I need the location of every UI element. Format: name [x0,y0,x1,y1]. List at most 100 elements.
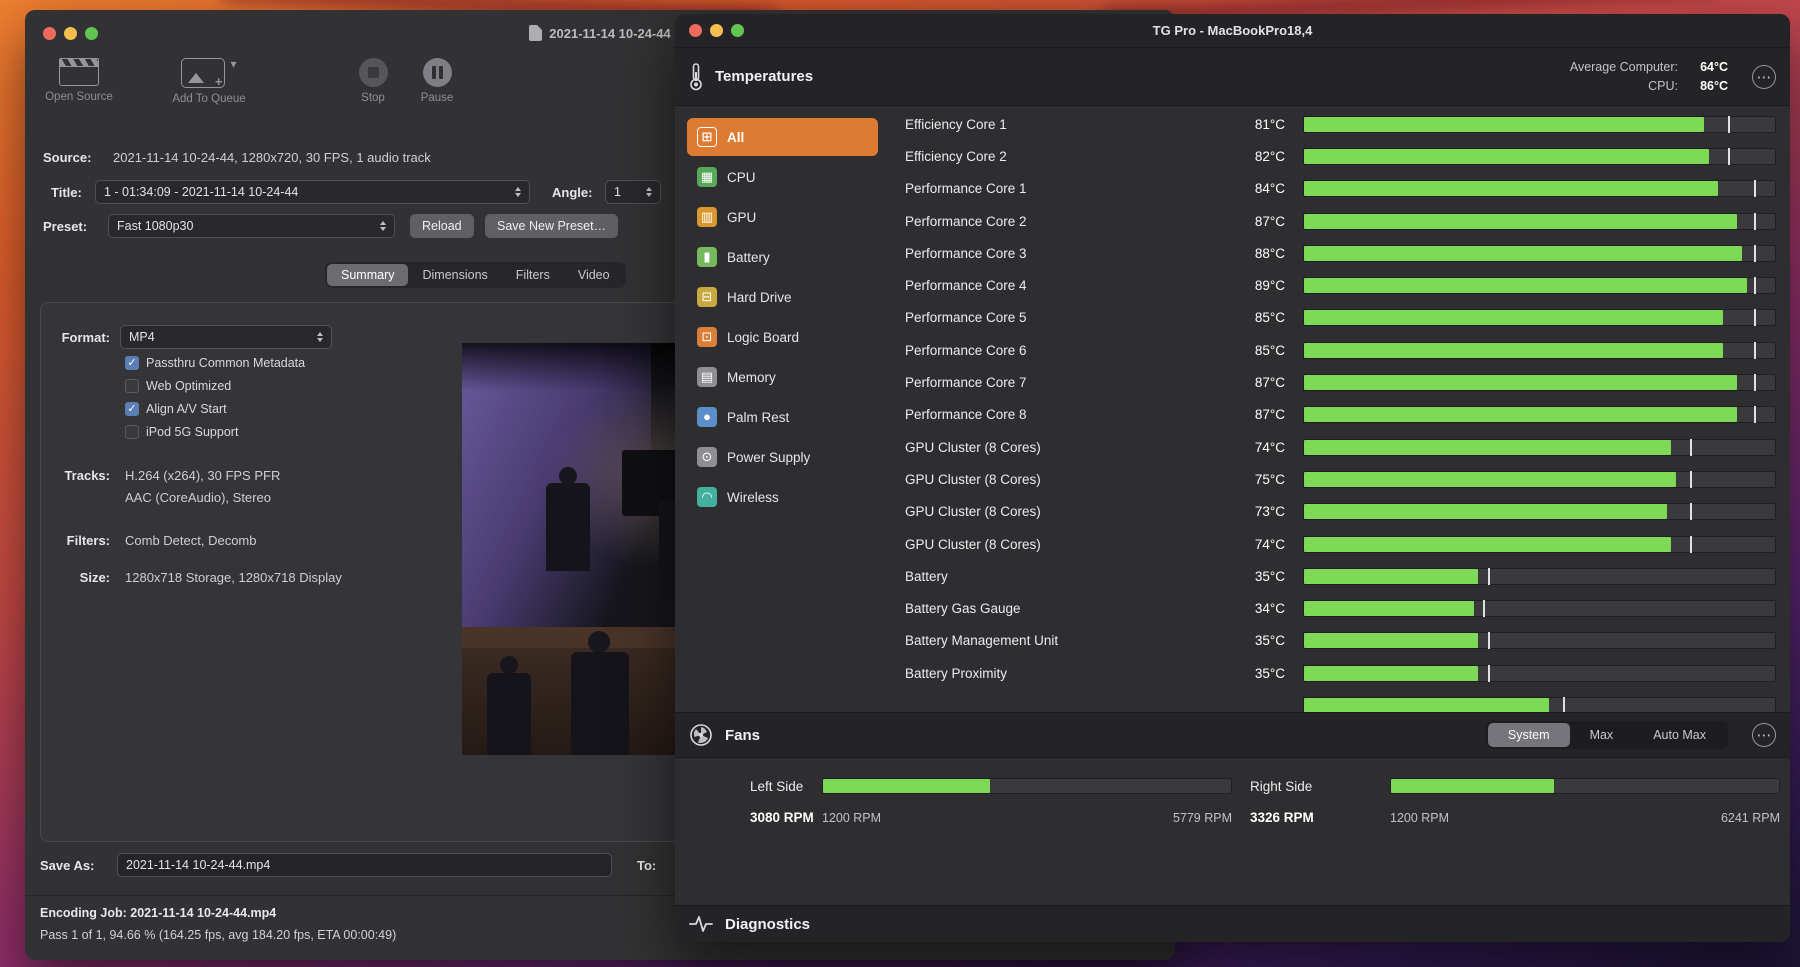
sidebar-item-wireless[interactable]: ◠ Wireless [687,478,878,516]
temp-bar-fill [1304,148,1710,164]
sidebar-item-palm-rest[interactable]: ● Palm Rest [687,398,878,436]
temp-bar [1303,180,1776,198]
sidebar-item-battery[interactable]: ▮ Battery [687,238,878,276]
temp-row: Battery Gas Gauge 34°C [905,592,1782,624]
diagnostics-header[interactable]: Diagnostics [675,905,1790,942]
sidebar-label: Wireless [727,489,779,505]
reload-button[interactable]: Reload [410,214,474,238]
fans-more-button[interactable]: ⋯ [1752,723,1776,747]
tab-video[interactable]: Video [564,264,624,286]
align-av-start-checkbox[interactable]: Align A/V Start [125,402,227,416]
temperatures-body: ⊞ All ▦ CPU ▥ GPU ▮ Battery ⊟ Hard Drive ⊡ Log… [675,106,1790,712]
sidebar-item-power-supply[interactable]: ⊙ Power Supply [687,438,878,476]
desktop: 2021-11-14 10-24-44 Open Source ▾ Add To… [0,0,1800,967]
temp-bar-fill [1304,665,1479,681]
sidebar-item-all[interactable]: ⊞ All [687,118,878,156]
temp-max-tick [1487,567,1490,585]
add-to-queue-icon [181,58,226,89]
sensor-label: Performance Core 4 [905,278,1027,294]
temp-bar [1303,632,1776,650]
tab-filters[interactable]: Filters [502,264,564,286]
fan-mode-system[interactable]: System [1487,723,1570,747]
sidebar-item-gpu[interactable]: ▥ GPU [687,198,878,236]
left-fan-max: 5779 RPM [1172,811,1232,825]
temp-max-tick [1753,277,1756,295]
web-optimized-checkbox[interactable]: Web Optimized [125,379,231,393]
temp-row: Battery Management Unit 35°C [905,625,1782,657]
pause-button[interactable]: Pause [409,58,465,104]
sensor-value: 75°C [1254,471,1285,487]
save-as-input[interactable] [117,853,612,877]
temp-max-tick [1753,309,1756,327]
temp-bar [1303,503,1776,521]
temp-bar-fill [1304,310,1724,326]
close-button[interactable] [689,24,702,37]
temperatures-more-button[interactable]: ⋯ [1752,64,1776,89]
sidebar-item-cpu[interactable]: ▦ CPU [687,158,878,196]
temp-max-tick [1487,632,1490,650]
left-fan-bar [822,778,1232,794]
tab-summary[interactable]: Summary [327,264,409,286]
angle-popup[interactable]: 1 [605,180,661,204]
temp-bar [1303,277,1776,295]
wifi-icon: ◠ [697,487,717,507]
temp-row: Battery 35°C [905,560,1782,592]
temp-bar-fill [1304,568,1479,584]
tracks-line1: H.264 (x264), 30 FPS PFR [125,468,281,483]
temp-bar-fill [1304,633,1479,649]
size-value: 1280x718 Storage, 1280x718 Display [125,570,342,585]
window-controls [689,24,744,37]
temp-row: Performance Core 7 87°C [905,366,1782,398]
sensor-label: Efficiency Core 2 [905,148,1007,164]
temperatures-header: Temperatures Average Computer: 64°C CPU: 8… [675,48,1790,106]
sensor-value: 85°C [1254,310,1285,326]
temp-bar [1303,438,1776,456]
open-source-button[interactable]: Open Source [33,58,125,103]
sensor-value: 89°C [1254,278,1285,294]
sidebar-item-memory[interactable]: ▤ Memory [687,358,878,396]
chevron-down-icon[interactable]: ▾ [230,58,236,70]
pause-icon [422,58,452,87]
add-to-queue-button[interactable]: ▾ Add To Queue [153,58,265,105]
fan-mode-auto-max[interactable]: Auto Max [1633,723,1726,747]
fan-mode-max[interactable]: Max [1570,723,1634,747]
temp-row: Efficiency Core 2 82°C [905,140,1782,172]
right-fan-fill [1391,779,1554,793]
passthru-metadata-checkbox[interactable]: Passthru Common Metadata [125,356,305,370]
sidebar-item-logic-board[interactable]: ⊡ Logic Board [687,318,878,356]
format-popup[interactable]: MP4 [120,325,332,349]
right-fan-min: 1200 RPM [1390,811,1450,825]
temp-bar [1303,600,1776,618]
fans-body: Left Side 3080 RPM 1200 RPM 5779 RPM Rig… [675,758,1790,905]
title-popup[interactable]: 1 - 01:34:09 - 2021-11-14 10-24-44 [95,180,530,204]
temp-bar-fill [1304,601,1474,617]
tab-dimensions[interactable]: Dimensions [408,264,501,286]
temp-bar-fill [1304,181,1719,197]
stop-button[interactable]: Stop [345,58,401,104]
temp-bar-fill [1304,213,1738,229]
minimize-button[interactable] [710,24,723,37]
angle-popup-value: 1 [614,185,621,199]
angle-label: Angle: [552,185,593,200]
logic-board-icon: ⊡ [697,327,717,347]
zoom-button[interactable] [731,24,744,37]
temp-bar [1303,567,1776,585]
ipod-5g-checkbox[interactable]: iPod 5G Support [125,425,238,439]
hard-drive-icon: ⊟ [697,287,717,307]
temp-max-tick [1563,696,1566,712]
sensor-value: 82°C [1254,148,1285,164]
fan-icon [690,724,712,746]
save-new-preset-button[interactable]: Save New Preset… [485,214,619,238]
tgpro-titlebar: TG Pro - MacBookPro18,4 [675,14,1790,48]
sensor-value: 35°C [1254,568,1285,584]
temp-max-tick [1753,244,1756,262]
sidebar-item-hard-drive[interactable]: ⊟ Hard Drive [687,278,878,316]
temp-bar-fill [1304,471,1677,487]
sensor-value: 84°C [1254,181,1285,197]
sensor-label: GPU Cluster (8 Cores) [905,439,1041,455]
diagnostics-title: Diagnostics [725,915,811,933]
checkbox-checked-icon [125,356,139,370]
preset-popup[interactable]: Fast 1080p30 [108,214,395,238]
tracks-line2: AAC (CoreAudio), Stereo [125,490,271,505]
preset-label: Preset: [43,219,88,234]
